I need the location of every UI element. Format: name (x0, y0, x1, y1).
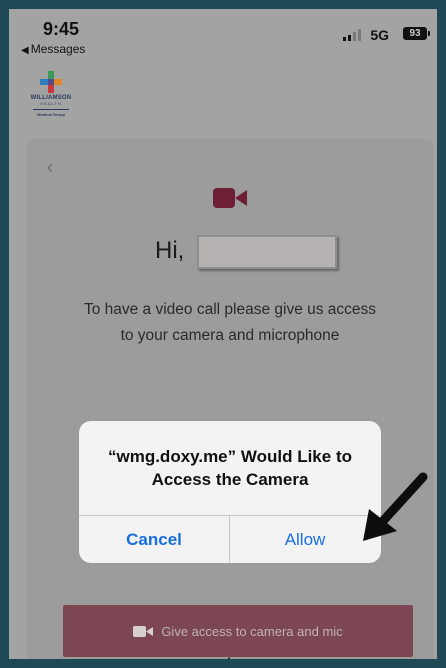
chevron-left-icon[interactable]: ‹ (47, 157, 53, 178)
williamson-health-logo[interactable]: WILLIAMSON HEALTH Medical Group (23, 71, 79, 117)
phone-screen: 9:45 ◀ Messages 5G 93 WILLIAMSON HEALTH M… (9, 9, 437, 659)
cancel-button[interactable]: Cancel (79, 516, 229, 563)
camera-permission-alert: “wmg.doxy.me” Would Like to Access the C… (79, 421, 381, 563)
clock: 9:45 (43, 19, 80, 39)
header-bar: WILLIAMSON HEALTH Medical Group (9, 67, 437, 131)
back-to-messages-link[interactable]: ◀ Messages (21, 42, 85, 56)
annotation-arrow-icon (363, 472, 428, 541)
video-camera-icon (213, 188, 247, 208)
back-label: Messages (30, 42, 86, 56)
logo-group: Medical Group (37, 112, 65, 117)
cursor-pointer-icon (223, 657, 235, 659)
logo-divider (33, 109, 69, 110)
message-line-1: To have a video call please give us acce… (83, 301, 377, 318)
alert-title-line-2: Access the Camera (151, 470, 309, 489)
logo-subname: HEALTH (40, 101, 62, 106)
redacted-name (197, 235, 337, 269)
message-line-2: to your camera and microphone (120, 327, 340, 344)
back-triangle-icon: ◀ (21, 45, 29, 56)
give-access-button[interactable]: Give access to camera and mic (63, 605, 413, 657)
greeting-text: Hi, (155, 237, 185, 264)
network-type: 5G (370, 27, 389, 43)
camera-icon (133, 625, 154, 637)
battery-icon: 93 (403, 27, 430, 40)
signal-icon (343, 29, 361, 41)
alert-title: “wmg.doxy.me” Would Like to Access the C… (79, 445, 381, 491)
logo-cross-icon (40, 71, 62, 93)
give-access-label: Give access to camera and mic (161, 623, 343, 639)
status-bar: 9:45 ◀ Messages 5G 93 (9, 9, 437, 67)
access-message: To have a video call please give us acce… (27, 297, 433, 349)
allow-button[interactable]: Allow (230, 516, 380, 563)
checkin-card: ‹ Hi, To have a video call please give u… (27, 139, 433, 659)
alert-title-line-1: “wmg.doxy.me” Would Like to (107, 447, 352, 466)
